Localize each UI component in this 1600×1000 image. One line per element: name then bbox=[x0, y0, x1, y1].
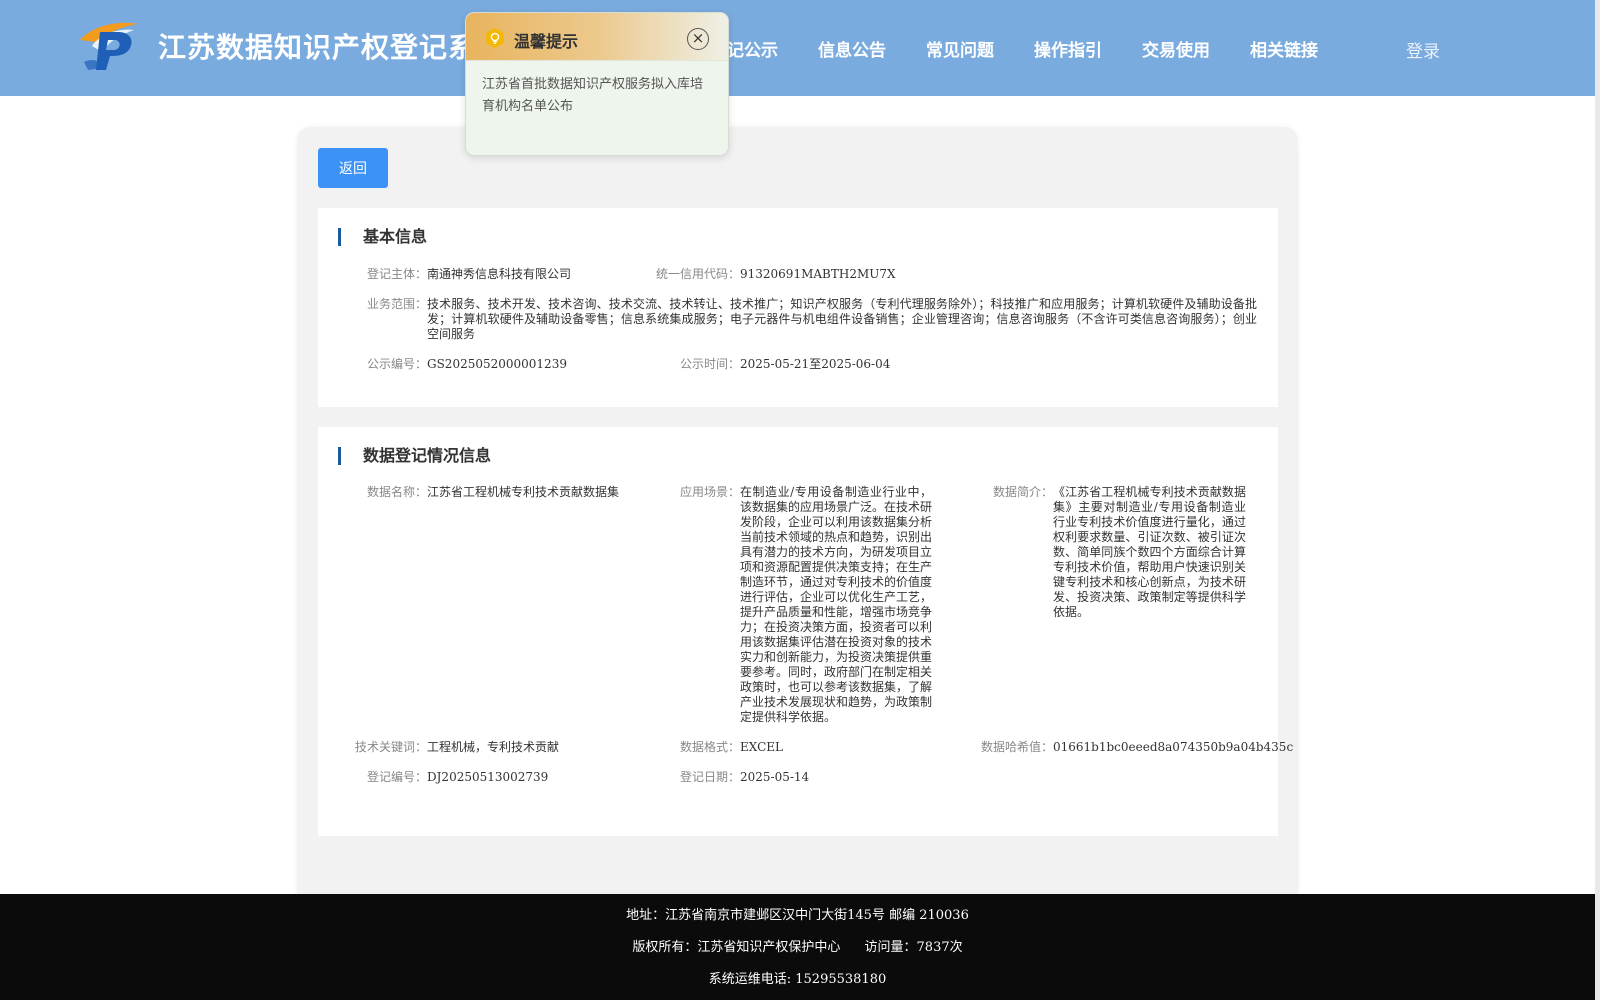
notice-popup: 温馨提示 × 江苏省首批数据知识产权服务拟入库培育机构名单公布 bbox=[465, 12, 729, 156]
business-scope-field: 业务范围： 技术服务、技术开发、技术咨询、技术交流、技术转让、技术推广；知识产权… bbox=[318, 297, 1278, 345]
section-title: 数据登记情况信息 bbox=[338, 447, 491, 465]
format-field: 数据格式： EXCEL bbox=[618, 740, 938, 756]
nav-item-faq[interactable]: 常见问题 bbox=[926, 36, 994, 61]
logo-icon[interactable] bbox=[78, 18, 140, 72]
field-value: 01661b1bc0eeed8a074350b9a04b435c bbox=[1053, 740, 1294, 754]
keywords-field: 技术关键词： 工程机械，专利技术贡献 bbox=[318, 740, 638, 756]
lightbulb-icon bbox=[486, 28, 504, 48]
field-label: 数据简介： bbox=[992, 485, 1053, 499]
field-label: 统一信用代码： bbox=[655, 267, 740, 281]
field-label: 应用场景： bbox=[679, 485, 740, 499]
nav-item-trading[interactable]: 交易使用 bbox=[1142, 36, 1210, 61]
footer-phone: 系统运维电话: 15295538180 bbox=[708, 972, 887, 987]
basic-info-card: 基本信息 登记主体： 南通神秀信息科技有限公司 统一信用代码： 91320691… bbox=[318, 208, 1278, 407]
field-label: 数据哈希值： bbox=[980, 740, 1053, 754]
reg-no-field: 登记编号： DJ20250513002739 bbox=[318, 770, 638, 786]
publicity-time-field: 公示时间： 2025-05-21至2025-06-04 bbox=[618, 357, 1218, 373]
site-header: 江苏数据知识产权登记系 记公示 信息公告 常见问题 操作指引 交易使用 相关链接… bbox=[0, 0, 1595, 96]
field-value: 工程机械，专利技术贡献 bbox=[427, 740, 560, 754]
field-value: 2025-05-14 bbox=[740, 770, 810, 784]
popup-title: 温馨提示 bbox=[514, 32, 579, 51]
nav-item-announcements[interactable]: 信息公告 bbox=[818, 36, 886, 61]
field-value: 江苏省工程机械专利技术贡献数据集 bbox=[427, 485, 620, 499]
data-name-field: 数据名称： 江苏省工程机械专利技术贡献数据集 bbox=[318, 485, 638, 501]
field-value: 2025-05-21至2025-06-04 bbox=[740, 357, 891, 371]
footer-copyright-line: 版权所有：江苏省知识产权保护中心 访问量：7837次 bbox=[0, 936, 1595, 955]
field-label: 数据名称： bbox=[366, 485, 427, 499]
field-value: DJ20250513002739 bbox=[427, 770, 549, 784]
popup-header: 温馨提示 × bbox=[466, 13, 728, 61]
field-label: 登记日期： bbox=[679, 770, 740, 784]
site-title: 江苏数据知识产权登记系 bbox=[158, 31, 478, 64]
footer-visits: 访问量：7837次 bbox=[864, 940, 963, 955]
field-label: 技术关键词： bbox=[354, 740, 427, 754]
field-label: 登记主体： bbox=[366, 267, 427, 281]
field-value: 南通神秀信息科技有限公司 bbox=[427, 267, 572, 281]
field-value: 在制造业/专用设备制造业行业中，该数据集的应用场景广泛。在技术研发阶段，企业可以… bbox=[740, 485, 933, 724]
field-label: 数据格式： bbox=[679, 740, 740, 754]
nav-item-links[interactable]: 相关链接 bbox=[1250, 36, 1318, 61]
scrollbar-track[interactable] bbox=[1595, 0, 1600, 1000]
field-label: 业务范围： bbox=[366, 297, 427, 311]
site-footer: 地址：江苏省南京市建邺区汉中门大街145号 邮编 210036 版权所有：江苏省… bbox=[0, 894, 1595, 1000]
hash-field: 数据哈希值： 01661b1bc0eeed8a074350b9a04b435c bbox=[931, 740, 1294, 756]
field-value: 91320691MABTH2MU7X bbox=[740, 267, 896, 281]
data-registration-card: 数据登记情况信息 数据名称： 江苏省工程机械专利技术贡献数据集 应用场景： 在制… bbox=[318, 427, 1294, 836]
reg-date-field: 登记日期： 2025-05-14 bbox=[618, 770, 938, 786]
field-value: 技术服务、技术开发、技术咨询、技术交流、技术转让、技术推广；知识产权服务（专利代… bbox=[427, 297, 1257, 341]
field-value: 《江苏省工程机械专利技术贡献数据集》主要对制造业/专用设备制造业行业专利技术价值… bbox=[1053, 485, 1246, 619]
back-button[interactable]: 返回 bbox=[318, 148, 388, 188]
field-label: 登记编号： bbox=[366, 770, 427, 784]
scenario-field: 应用场景： 在制造业/专用设备制造业行业中，该数据集的应用场景广泛。在技术研发阶… bbox=[618, 485, 938, 730]
popup-message-link[interactable]: 江苏省首批数据知识产权服务拟入库培育机构名单公布 bbox=[482, 74, 714, 118]
field-label: 公示编号： bbox=[366, 357, 427, 371]
field-value: GS2025052000001239 bbox=[427, 357, 567, 371]
login-link[interactable]: 登录 bbox=[1406, 37, 1440, 62]
intro-field: 数据简介： 《江苏省工程机械专利技术贡献数据集》主要对制造业/专用设备制造业行业… bbox=[931, 485, 1271, 625]
field-label: 公示时间： bbox=[679, 357, 740, 371]
field-value: EXCEL bbox=[740, 740, 784, 754]
close-icon[interactable]: × bbox=[687, 28, 709, 50]
nav-item-guide[interactable]: 操作指引 bbox=[1034, 36, 1102, 61]
nav-item-registration-publicity[interactable]: 记公示 bbox=[727, 36, 778, 61]
footer-address: 地址：江苏省南京市建邺区汉中门大街145号 邮编 210036 bbox=[626, 908, 969, 923]
credit-code-field: 统一信用代码： 91320691MABTH2MU7X bbox=[618, 267, 1218, 283]
footer-copyright: 版权所有：江苏省知识产权保护中心 bbox=[632, 940, 841, 955]
section-title: 基本信息 bbox=[338, 228, 427, 246]
